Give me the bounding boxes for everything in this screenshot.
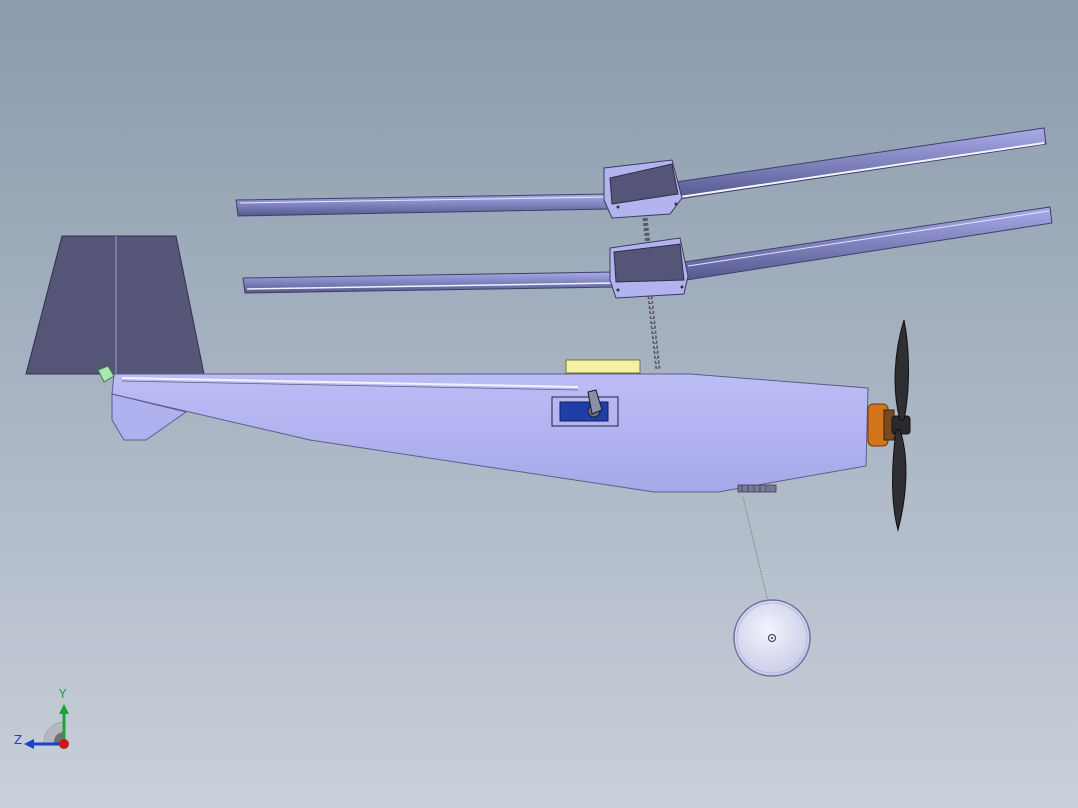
battery-pack[interactable] (565, 359, 641, 374)
upper-rotor[interactable] (235, 127, 1047, 219)
propeller-blade-bottom[interactable] (892, 429, 907, 532)
lower-rotor-blade-left[interactable] (242, 271, 616, 294)
x-axis-dot (59, 739, 69, 749)
triad-z-label: Z (14, 733, 22, 747)
cad-viewport[interactable]: Y Z (0, 0, 1078, 808)
orientation-triad[interactable]: Y Z (10, 684, 80, 754)
landing-gear[interactable] (733, 496, 811, 677)
landing-gear-mount (737, 484, 777, 493)
upper-rotor-blade-left[interactable] (235, 193, 609, 217)
aircraft-model[interactable] (0, 0, 1078, 808)
triad-graphic: Y Z (14, 687, 69, 749)
fuselage[interactable] (97, 359, 869, 493)
lower-rotor-blade-right[interactable] (683, 206, 1053, 281)
motor-propeller[interactable] (867, 319, 911, 532)
vertical-tail[interactable] (25, 235, 205, 375)
propeller-blade-top[interactable] (894, 319, 909, 421)
triad-y-label: Y (58, 687, 67, 701)
